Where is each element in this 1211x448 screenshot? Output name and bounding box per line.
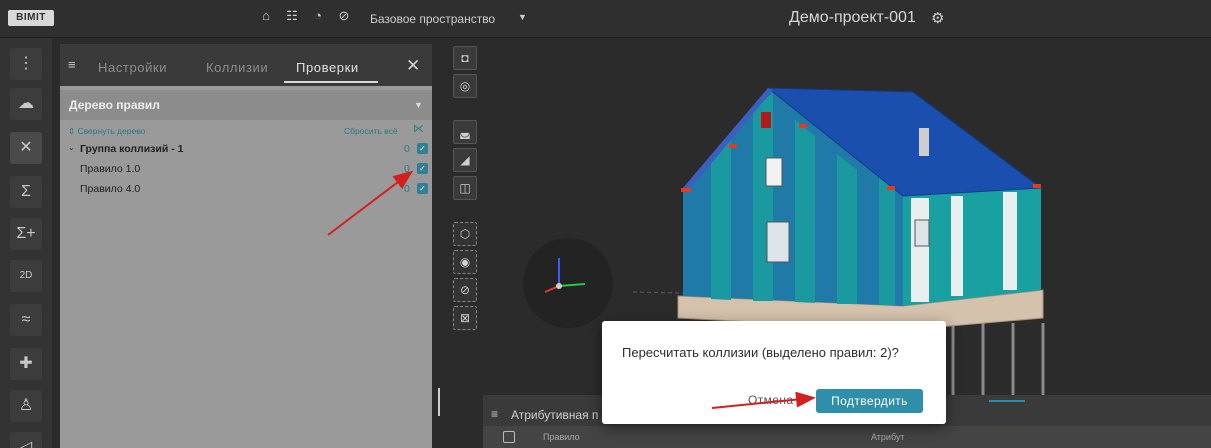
bimit-logo: BIMIT [8,10,54,26]
tree-row[interactable]: Правило 4.0 0 ✓ [60,181,432,198]
tab-checks[interactable]: Проверки [296,60,359,75]
tree-row[interactable]: Правило 1.0 0 ✓ [60,161,432,178]
collapse-tree-label: Свернуть дерево [77,126,146,136]
chevron-down-icon[interactable]: ▼ [518,12,527,22]
collapse-tree-link[interactable]: ⇕ Свернуть дерево [68,126,145,137]
send-icon[interactable]: ◁ [10,432,42,448]
active-tab-indicator [284,81,378,83]
cube-icon[interactable]: ⬡ [453,222,477,246]
panel-header: ≡ Настройки Коллизии Проверки ✕ [60,44,432,86]
select-all-checkbox[interactable] [503,431,515,443]
resize-indicator[interactable] [989,400,1025,402]
reset-filter-icon[interactable]: ⋉ [413,122,424,135]
tab-settings[interactable]: Настройки [98,60,167,75]
rule-count: 0 [404,163,410,175]
target-icon[interactable]: ◎ [453,74,477,98]
tree-icon[interactable]: ⋮ [10,48,42,80]
briefcase-icon[interactable]: ⌂ [258,8,274,24]
app-window: BIMIT ⌂ ☷ ◔ ⊘ Базовое пространство ▼ Дем… [0,0,1211,448]
user-check-icon[interactable]: ♙ [10,390,42,422]
confirm-dialog: Пересчитать коллизии (выделено правил: 2… [602,321,946,424]
checks-panel: ≡ Настройки Коллизии Проверки ✕ Дерево п… [60,44,432,448]
chevron-down-icon[interactable]: ▼ [414,100,423,110]
reset-all-link[interactable]: Сбросить всё [344,126,398,136]
rule-name: Правило 1.0 [80,163,141,175]
left-toolbar: ⋮ ☁ ✕ Σ Σ+ 2D ≈ ✚ ♙ ◁ [0,38,52,448]
tree-row[interactable]: ⌄ Группа коллизий - 1 0 ✓ [60,141,432,158]
rule-tree-select[interactable]: Дерево правил ▼ [60,90,432,120]
check-circle-icon[interactable]: ⊘ [336,8,352,24]
column-attribute: Атрибут [871,432,905,442]
axis-gizmo[interactable] [523,238,613,328]
column-rule: Правило [543,432,580,442]
section-box-icon[interactable]: ◫ [453,176,477,200]
gear-icon[interactable]: ⚙ [931,9,944,27]
dialog-message: Пересчитать коллизии (выделено правил: 2… [622,345,899,360]
menu-icon[interactable]: ≡ [68,57,76,72]
remove-icon[interactable]: ⊠ [453,306,477,330]
compare-icon[interactable]: ≈ [10,304,42,336]
puzzle-icon[interactable]: ✚ [10,348,42,380]
section-plane-icon[interactable]: ◢ [453,148,477,172]
attribute-table-header: Правило Атрибут [483,426,1211,448]
eye-icon[interactable]: ◉ [453,250,477,274]
group-name: Группа коллизий - 1 [80,143,184,155]
attribute-panel-title: Атрибутивная п [511,408,599,422]
axis-icon [544,258,586,293]
fit-view-icon[interactable]: ◘ [453,46,477,70]
rule-checkbox[interactable]: ✓ [417,143,428,154]
measure-icon[interactable]: ◛ [453,120,477,144]
panel-resize-handle[interactable] [438,388,440,416]
cancel-button[interactable]: Отмена [748,393,793,407]
collision-icon[interactable]: ✕ [10,132,42,164]
chevron-down-icon[interactable]: ⌄ [68,143,75,152]
rule-checkbox[interactable]: ✓ [417,163,428,174]
project-title: Демо-проект-001 [789,9,916,26]
2d-icon[interactable]: 2D [10,260,42,292]
rule-count: 0 [404,143,410,155]
close-icon[interactable]: ✕ [406,56,420,76]
viewer-toolbar: ◘ ◎ ◛ ◢ ◫ ⬡ ◉ ⊘ ⊠ [450,44,480,448]
top-icons: ⌂ ☷ ◔ ⊘ [258,8,352,24]
rule-name: Правило 4.0 [80,183,141,195]
eye-off-icon[interactable]: ⊘ [453,278,477,302]
people-icon[interactable]: ☷ [284,8,300,24]
cloud-icon[interactable]: ☁ [10,88,42,120]
rule-checkbox[interactable]: ✓ [417,183,428,194]
rule-tree-label: Дерево правил [69,98,160,112]
confirm-button[interactable]: Подтвердить [816,389,923,413]
workspace-select[interactable]: Базовое пространство [370,12,495,26]
tab-collisions[interactable]: Коллизии [206,60,268,75]
sigma-plus-icon[interactable]: Σ+ [10,218,42,250]
rule-count: 0 [404,183,410,195]
top-bar: BIMIT ⌂ ☷ ◔ ⊘ Базовое пространство ▼ Дем… [0,0,1211,38]
sigma-icon[interactable]: Σ [10,176,42,208]
menu-icon[interactable]: ≡ [491,407,498,421]
clash-icon[interactable]: ◔ [310,8,326,24]
